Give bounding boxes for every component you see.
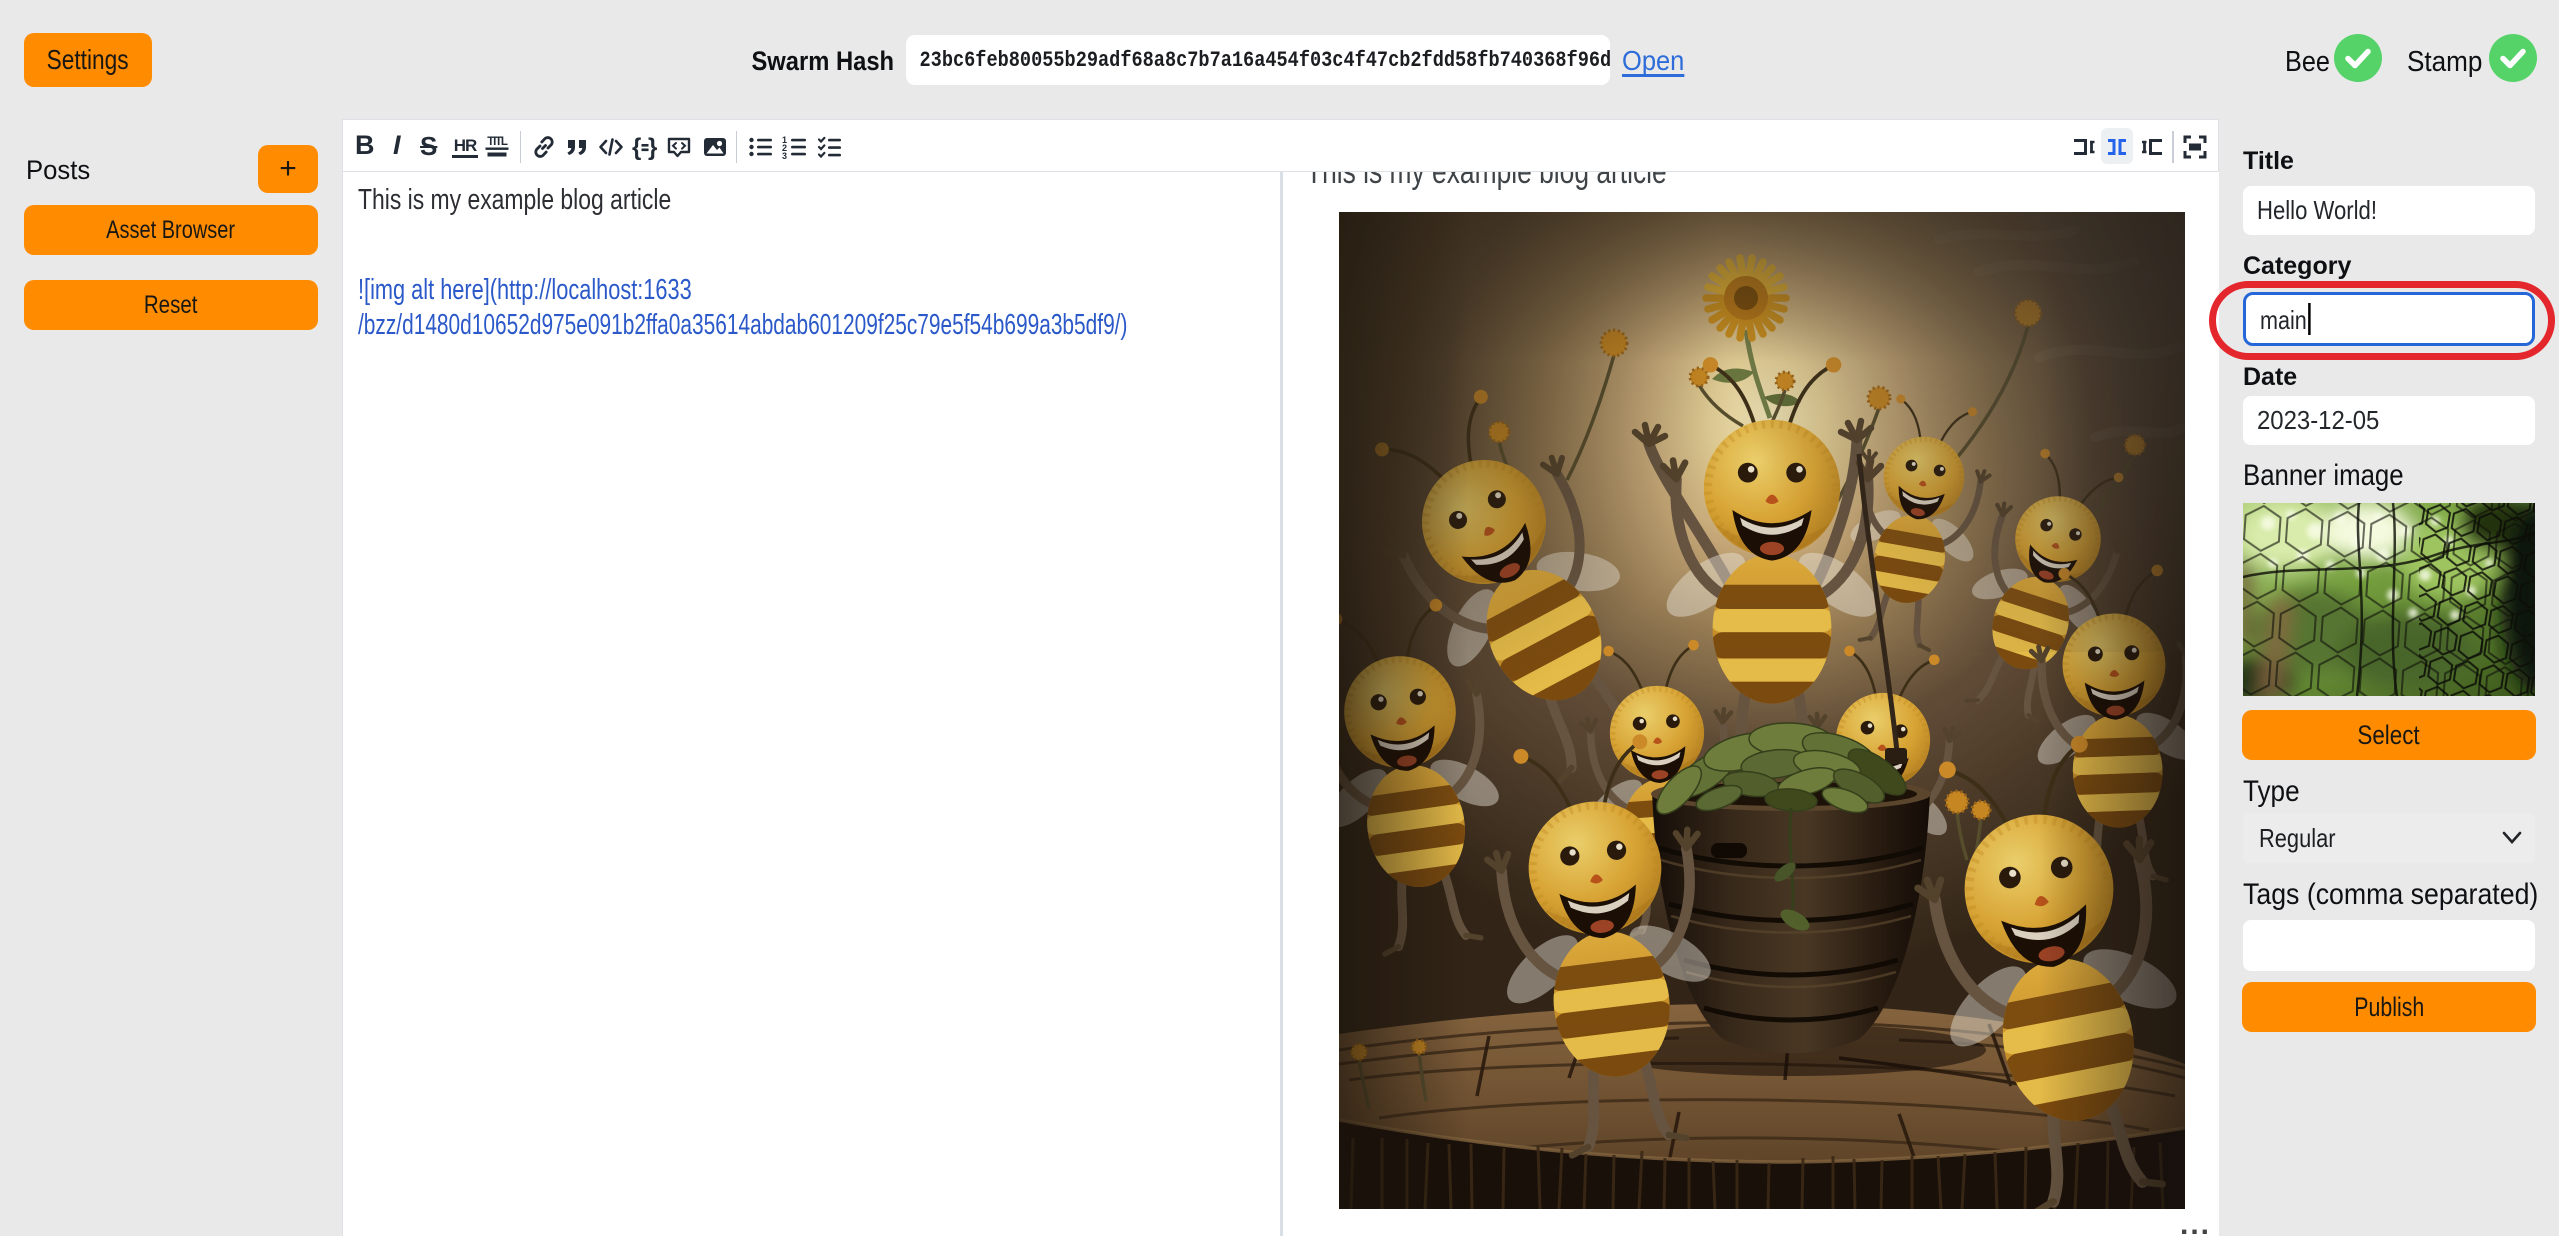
svg-text:3: 3 [782, 151, 787, 160]
svg-text:TITL: TITL [487, 136, 508, 148]
svg-text:}: } [648, 134, 657, 160]
svg-text:{: { [632, 134, 641, 160]
